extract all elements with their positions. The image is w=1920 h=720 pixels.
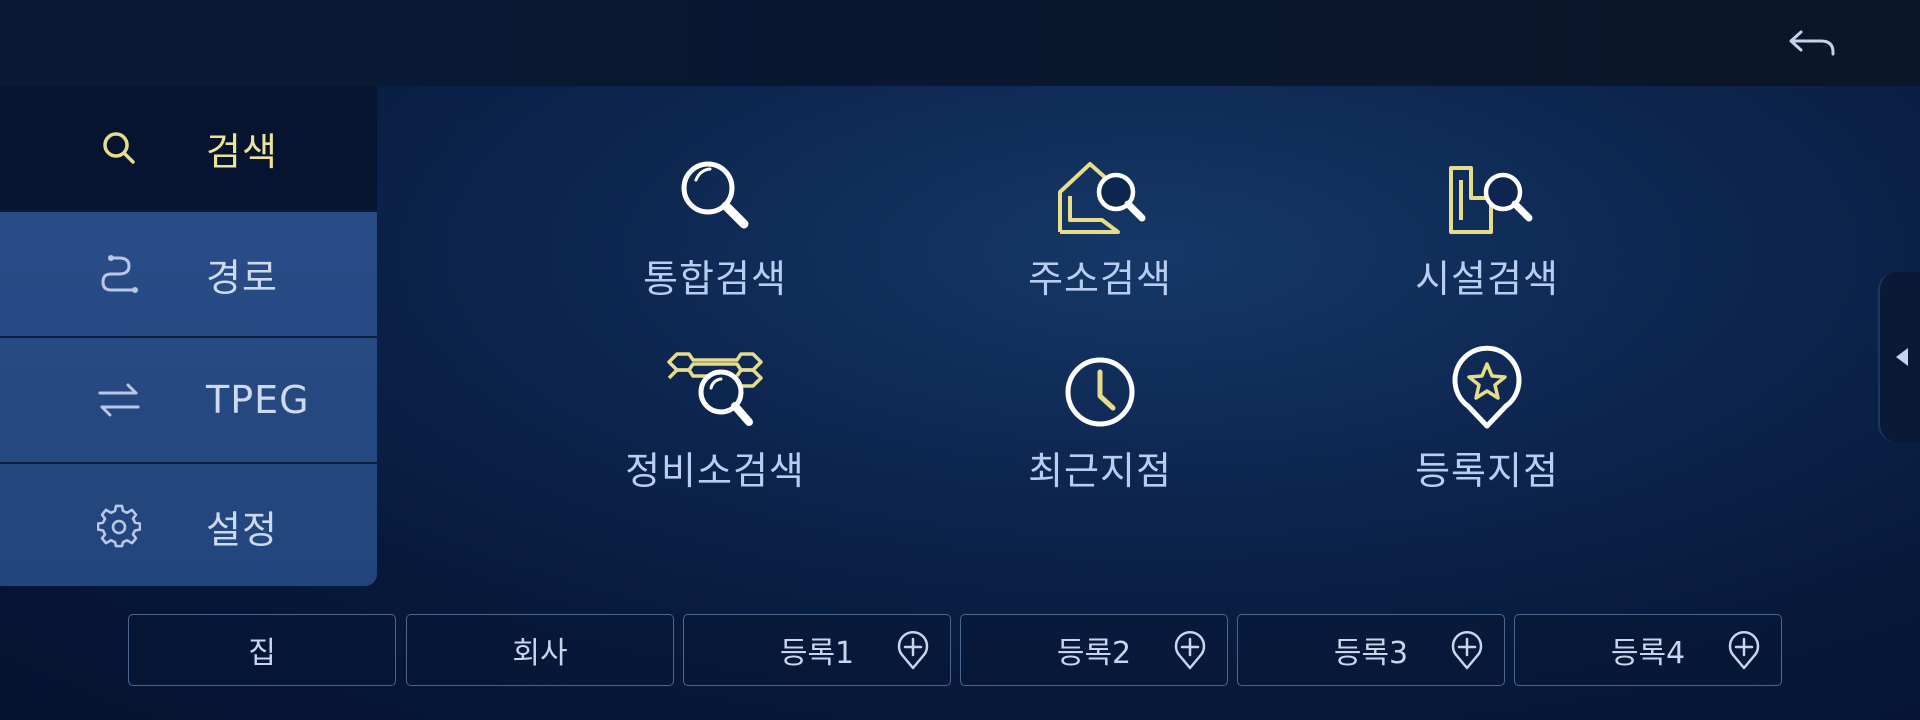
house-search-icon <box>1058 162 1146 234</box>
tile-repair-shop-search[interactable]: 정비소검색 <box>590 332 840 512</box>
sidebar-item-settings[interactable]: 설정 <box>0 464 377 586</box>
pin-plus-icon[interactable] <box>896 630 930 670</box>
star-pin-icon <box>1452 345 1522 429</box>
quick-saved2-button[interactable]: 등록2 <box>960 614 1228 686</box>
gear-icon <box>96 504 142 548</box>
tile-label: 등록지점 <box>1415 449 1559 493</box>
clock-icon <box>1065 357 1135 427</box>
tile-label: 정비소검색 <box>625 449 805 493</box>
search-menu-grid: 통합검색 주소검색 시설검색 정비소검색 최근지점 등록지점 <box>560 140 1760 500</box>
tile-label: 주소검색 <box>1028 257 1172 301</box>
search-icon <box>96 128 142 168</box>
route-icon <box>96 254 142 294</box>
wrench-search-icon <box>667 352 763 426</box>
magnifier-icon <box>681 161 749 229</box>
top-bar <box>0 0 1920 86</box>
pin-plus-icon[interactable] <box>1727 630 1761 670</box>
sidebar-item-label: TPEG <box>206 378 310 422</box>
side-panel-handle[interactable] <box>1878 272 1920 442</box>
sidebar-item-label: 설정 <box>206 507 278 552</box>
chevron-left-icon <box>1896 348 1908 366</box>
sidebar-item-route[interactable]: 경로 <box>0 212 377 338</box>
tile-address-search[interactable]: 주소검색 <box>975 140 1225 320</box>
quick-button-label: 등록4 <box>1610 636 1686 671</box>
tile-facility-search[interactable]: 시설검색 <box>1362 140 1612 320</box>
sidebar: 검색 경로 TPEG 설정 <box>0 86 377 586</box>
back-button[interactable] <box>1782 22 1842 68</box>
quick-saved4-button[interactable]: 등록4 <box>1514 614 1782 686</box>
pin-plus-icon[interactable] <box>1173 630 1207 670</box>
back-arrow-icon <box>1789 30 1835 56</box>
quick-saved1-button[interactable]: 등록1 <box>683 614 951 686</box>
tile-integrated-search[interactable]: 통합검색 <box>590 140 840 320</box>
tile-saved-places[interactable]: 등록지점 <box>1362 332 1612 512</box>
quick-button-label: 집 <box>248 636 276 671</box>
tile-label: 통합검색 <box>643 257 787 301</box>
tile-recent-places[interactable]: 최근지점 <box>975 332 1225 512</box>
quick-destination-bar: 집 회사 등록1 등록2 등록3 등록4 <box>128 614 1788 688</box>
building-search-icon <box>1449 166 1533 234</box>
quick-button-label: 등록1 <box>779 636 855 671</box>
quick-button-label: 등록3 <box>1333 636 1409 671</box>
quick-saved3-button[interactable]: 등록3 <box>1237 614 1505 686</box>
quick-button-label: 회사 <box>512 636 568 671</box>
tile-label: 최근지점 <box>1028 449 1172 493</box>
tile-label: 시설검색 <box>1415 257 1559 301</box>
quick-button-label: 등록2 <box>1056 636 1132 671</box>
sidebar-item-label: 검색 <box>206 129 278 174</box>
sidebar-item-label: 경로 <box>206 255 278 300</box>
swap-arrows-icon <box>96 380 142 420</box>
quick-home-button[interactable]: 집 <box>128 614 396 686</box>
sidebar-item-search[interactable]: 검색 <box>0 86 377 212</box>
pin-plus-icon[interactable] <box>1450 630 1484 670</box>
quick-work-button[interactable]: 회사 <box>406 614 674 686</box>
sidebar-item-tpeg[interactable]: TPEG <box>0 338 377 464</box>
